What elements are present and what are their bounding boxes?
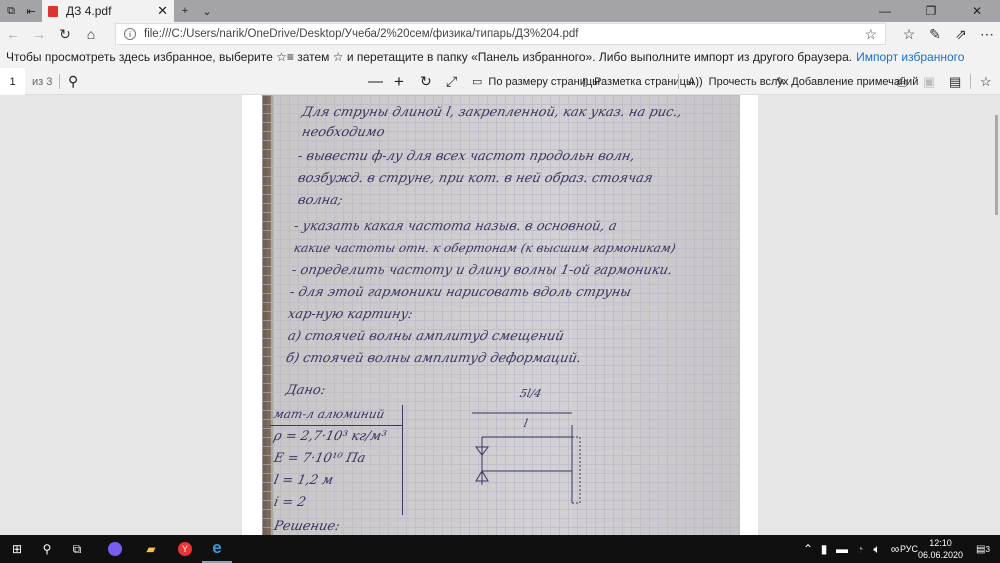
- favorite-star-icon[interactable]: ☆: [864, 26, 877, 43]
- zoom-out-icon[interactable]: —: [368, 68, 383, 95]
- string-diagram: [472, 412, 581, 504]
- doc-line: - для этой гармоники нарисовать вдоль ст…: [288, 285, 633, 300]
- tab-pdf[interactable]: ДЗ 4.pdf ✕: [42, 0, 174, 22]
- doc-line: - определить частоту и длину волны 1-ой …: [290, 263, 674, 278]
- address-bar[interactable]: i file:///C:/Users/narik/OneDrive/Deskto…: [115, 23, 886, 45]
- doc-line: ρ = 2,7·10³ кг/м³: [272, 429, 388, 444]
- pdf-toolbar: 1 из 3 ⚲ — + ↻ ⤢ ▭ По размеру страницы ▯ Р…: [0, 68, 1000, 95]
- rotate-icon[interactable]: ↻: [420, 68, 432, 95]
- pen-icon[interactable]: ✎: [924, 25, 946, 43]
- doc-line: l = 1,2 м: [272, 473, 335, 488]
- doc-line: - вывести ф-лу для всех частот продольн …: [296, 149, 637, 164]
- alice-icon[interactable]: [100, 535, 130, 563]
- notification-count: 3: [985, 544, 991, 554]
- page-count: из 3: [32, 75, 53, 88]
- file-explorer-icon[interactable]: ▰: [136, 535, 166, 563]
- close-tab-icon[interactable]: ✕: [157, 3, 168, 19]
- clock[interactable]: 12:10 06.06.2020: [918, 537, 963, 561]
- minimize-button[interactable]: —: [862, 0, 908, 22]
- pdf-page: Для струны длиной l, закрепленной, как у…: [242, 95, 758, 535]
- search-icon[interactable]: ⚲: [34, 535, 60, 563]
- handwritten-photo: Для струны длиной l, закрепленной, как у…: [262, 95, 740, 535]
- volume-icon[interactable]: 🔈︎: [868, 535, 886, 563]
- microphone-icon[interactable]: ▮: [816, 535, 832, 563]
- taskbar: ⊞ ⚲ ⧉ ▰ Y e ⌃ ▮ ▬ ◔ 🔈︎ ∞ РУС 12:10 06.06.…: [0, 535, 1000, 563]
- pdf-icon: [48, 5, 58, 17]
- url-text: file:///C:/Users/narik/OneDrive/Desktop/…: [144, 28, 579, 40]
- page-number-input[interactable]: 1: [0, 68, 25, 95]
- share-icon[interactable]: ⇗: [950, 25, 972, 43]
- refresh-icon[interactable]: ↻: [54, 25, 76, 43]
- zoom-in-icon[interactable]: +: [394, 68, 404, 95]
- pen-icon: ✎: [776, 76, 786, 88]
- doc-line: i = 2: [272, 495, 308, 510]
- yandex-browser-icon[interactable]: Y: [170, 535, 200, 563]
- notifications-icon[interactable]: ▤ 3: [970, 535, 996, 563]
- tab-preview-icon[interactable]: ⌄: [196, 0, 218, 22]
- home-icon[interactable]: ⌂: [80, 25, 102, 43]
- doc-line: хар-ную картину:: [286, 307, 415, 322]
- favorites-icon[interactable]: ☆: [898, 25, 920, 43]
- clock-date: 06.06.2020: [918, 550, 964, 560]
- tab-actions-icon[interactable]: ⧉: [0, 0, 22, 22]
- page-layout-icon: ▯: [582, 76, 589, 88]
- nav-bar: ← → ↻ ⌂ i file:///C:/Users/narik/OneDriv…: [0, 22, 1000, 46]
- doc-line: E = 7·10¹⁰ Па: [272, 451, 367, 466]
- restore-button[interactable]: ❐: [908, 0, 954, 22]
- read-aloud-icon: A)): [688, 75, 703, 88]
- clock-time: 12:10: [929, 538, 952, 548]
- wifi-icon[interactable]: ◔: [852, 535, 868, 563]
- diagram-label-top: 5l/4: [518, 387, 543, 400]
- import-favorites-link[interactable]: Импорт избранного: [856, 50, 964, 64]
- fullscreen-icon[interactable]: ⤢: [446, 68, 457, 95]
- doc-line: - указать какая частота назыв. в основно…: [292, 219, 619, 234]
- battery-icon[interactable]: ▬: [834, 535, 850, 563]
- doc-line: Дано:: [284, 383, 327, 398]
- save-icon[interactable]: ▣: [923, 68, 935, 95]
- scrollbar[interactable]: [992, 95, 1000, 535]
- fit-page-button[interactable]: ▭ По размеру страницы: [472, 68, 600, 95]
- favorites-bar: Чтобы просмотреть здесь избранное, выбер…: [0, 46, 1000, 68]
- doc-line: б) стоячей волны амплитуд деформаций.: [284, 351, 583, 366]
- doc-line: а) стоячей волны амплитуд смещений: [286, 329, 566, 344]
- task-view-icon[interactable]: ⧉: [62, 535, 92, 563]
- new-tab-icon[interactable]: +: [174, 0, 196, 22]
- forward-icon[interactable]: →: [28, 25, 50, 43]
- set-tabs-aside-icon[interactable]: ⇤: [20, 0, 42, 22]
- doc-line: мат-л алюминий: [272, 407, 386, 421]
- favorites-hint: Чтобы просмотреть здесь избранное, выбер…: [6, 50, 853, 64]
- fit-page-icon: ▭: [472, 76, 483, 88]
- doc-line: Решение:: [272, 519, 342, 534]
- tab-title: ДЗ 4.pdf: [66, 4, 112, 18]
- back-icon[interactable]: ←: [2, 25, 24, 43]
- print-icon[interactable]: ⎙: [897, 68, 907, 95]
- show-hidden-icons[interactable]: ⌃: [800, 535, 816, 563]
- search-icon[interactable]: ⚲: [68, 68, 78, 95]
- close-button[interactable]: ✕: [954, 0, 1000, 22]
- doc-line: какие частоты отн. к обертонам (к высшим…: [292, 241, 678, 255]
- doc-line: волна;: [296, 193, 344, 208]
- pin-toolbar-icon[interactable]: ☆: [980, 68, 992, 95]
- read-aloud-button[interactable]: A)) Прочесть вслух: [688, 68, 788, 95]
- start-icon[interactable]: ⊞: [0, 535, 34, 563]
- info-icon[interactable]: i: [124, 28, 136, 40]
- title-bar: ⧉ ⇤ ДЗ 4.pdf ✕ + ⌄ — ❐ ✕: [0, 0, 1000, 22]
- language-indicator[interactable]: РУС: [900, 535, 918, 563]
- doc-line: необходимо: [300, 125, 387, 140]
- pdf-viewer: Для струны длиной l, закрепленной, как у…: [0, 95, 1000, 535]
- save-as-icon[interactable]: ▤: [949, 68, 961, 95]
- doc-line: возбужд. в струне, при кот. в ней образ.…: [296, 171, 655, 186]
- more-icon[interactable]: ⋯: [976, 25, 998, 43]
- edge-icon[interactable]: e: [202, 535, 232, 563]
- doc-line: Для струны длиной l, закрепленной, как у…: [300, 105, 684, 120]
